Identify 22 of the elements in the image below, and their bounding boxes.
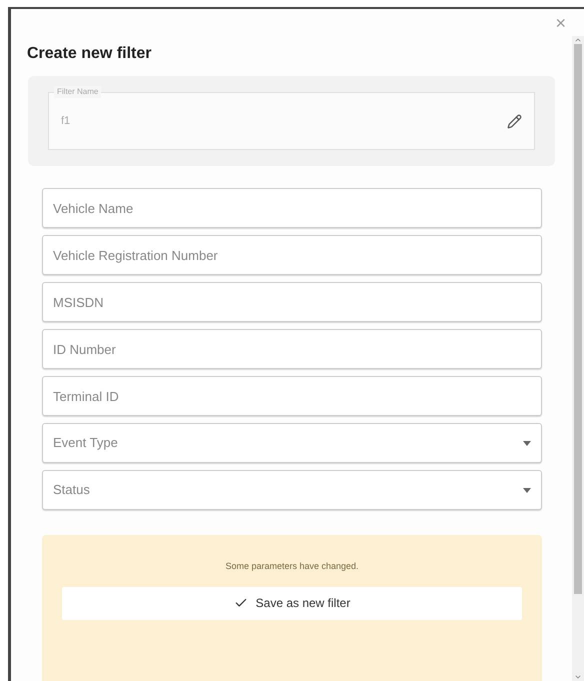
dropdown-caret-icon <box>523 488 531 492</box>
input-field[interactable]: ID Number <box>42 329 542 369</box>
notice-message: Some parameters have changed. <box>225 560 359 573</box>
input-field[interactable]: MSISDN <box>42 282 542 322</box>
edit-icon[interactable] <box>507 114 522 128</box>
input-field[interactable]: Terminal ID <box>42 376 542 416</box>
filter-name-value: f1 <box>61 114 70 129</box>
input-field[interactable]: Vehicle Name <box>42 188 542 228</box>
dropdown-field[interactable]: Status <box>42 470 542 510</box>
input-field[interactable]: Vehicle Registration Number <box>42 235 542 275</box>
scrollbar-thumb[interactable] <box>574 44 582 594</box>
save-button[interactable]: Save as new filter <box>62 586 522 620</box>
scrollbar[interactable] <box>572 36 584 681</box>
filter-name-label: Filter Name <box>54 86 102 98</box>
dropdown-placeholder: Status <box>53 481 90 500</box>
dialog-title: Create new filter <box>27 44 152 64</box>
dropdown-field[interactable]: Event Type <box>42 423 542 463</box>
close-button[interactable]: × <box>551 14 570 32</box>
scroll-up-icon[interactable] <box>574 36 582 44</box>
dropdown-caret-icon <box>523 440 531 446</box>
scroll-down-icon[interactable] <box>574 673 582 681</box>
dropdown-placeholder: Event Type <box>53 434 118 452</box>
